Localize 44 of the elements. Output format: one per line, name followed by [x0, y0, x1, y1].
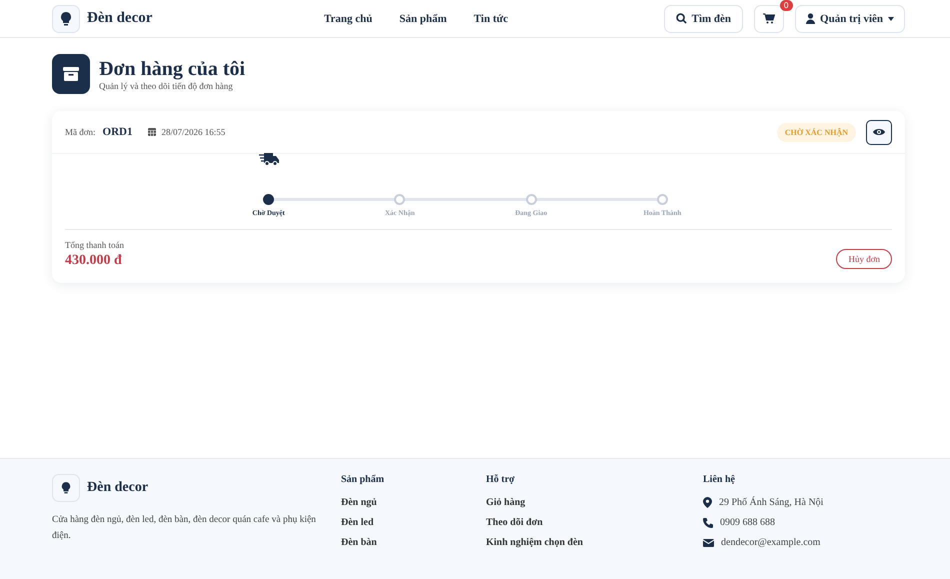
contact-text: 0909 688 688: [720, 517, 775, 528]
user-menu[interactable]: Quản trị viên: [795, 4, 905, 32]
lightbulb-icon: [52, 4, 80, 32]
lightbulb-icon: [52, 474, 80, 502]
map-pin-icon: [703, 497, 712, 508]
brand-name[interactable]: Đèn decor: [87, 10, 152, 27]
envelope-icon: [703, 538, 714, 546]
cart-button[interactable]: [754, 4, 784, 32]
total-label: Tổng thanh toán: [65, 240, 124, 250]
footer-link[interactable]: Đèn ngủ: [341, 497, 486, 508]
contact-text: 29 Phố Ánh Sáng, Hà Nội: [719, 497, 824, 508]
cart-icon: [763, 13, 776, 24]
footer-column-title: Hỗ trợ: [486, 474, 516, 485]
footer-link[interactable]: Giỏ hàng: [486, 497, 631, 508]
footer-column-title: Liên hệ: [703, 474, 736, 485]
order-code: ORD1: [102, 126, 132, 138]
search-button[interactable]: Tìm đèn: [664, 4, 744, 32]
eye-icon: [873, 128, 885, 136]
nav-link[interactable]: Tin tức: [474, 12, 508, 24]
phone-icon: [703, 518, 713, 528]
footer-column-title: Sản phẩm: [341, 474, 386, 485]
nav-link[interactable]: Sản phẩm: [399, 12, 447, 24]
page-title: Đơn hàng của tôi: [99, 57, 246, 81]
view-button[interactable]: [866, 120, 892, 144]
cart-count: 0: [780, 0, 793, 10]
search-icon: [676, 13, 687, 24]
order-code-label: Mã đơn:: [65, 127, 96, 137]
contact-text: dendecor@example.com: [721, 537, 820, 548]
footer-link[interactable]: Theo dõi đơn: [486, 517, 631, 528]
footer-description: Cửa hàng đèn ngủ, đèn led, đèn bàn, đèn decor quán cafe và phụ kiện điện.: [52, 514, 317, 543]
total-amount: 430.000 đ: [65, 253, 123, 269]
status-badge: CHỜ XÁC NHẬN: [776, 122, 856, 142]
footer-link[interactable]: Đèn bàn: [341, 537, 486, 548]
footer-link[interactable]: Đèn led: [341, 517, 486, 528]
user-icon: [806, 13, 816, 24]
footer-brand-name: Đèn decor: [87, 480, 148, 496]
calendar-icon: [148, 128, 156, 136]
page-subtitle: Quản lý và theo dõi tiến độ đơn hàng: [99, 81, 234, 91]
archive-box-icon: [52, 54, 90, 94]
caret-icon: [888, 16, 894, 20]
footer-link[interactable]: Kinh nghiệm chọn đèn: [486, 537, 631, 548]
cancel-button[interactable]: Hủy đơn: [836, 249, 892, 269]
order-date: 28/07/2026 16:55: [161, 127, 226, 137]
nav-link[interactable]: Trang chủ: [324, 12, 372, 24]
